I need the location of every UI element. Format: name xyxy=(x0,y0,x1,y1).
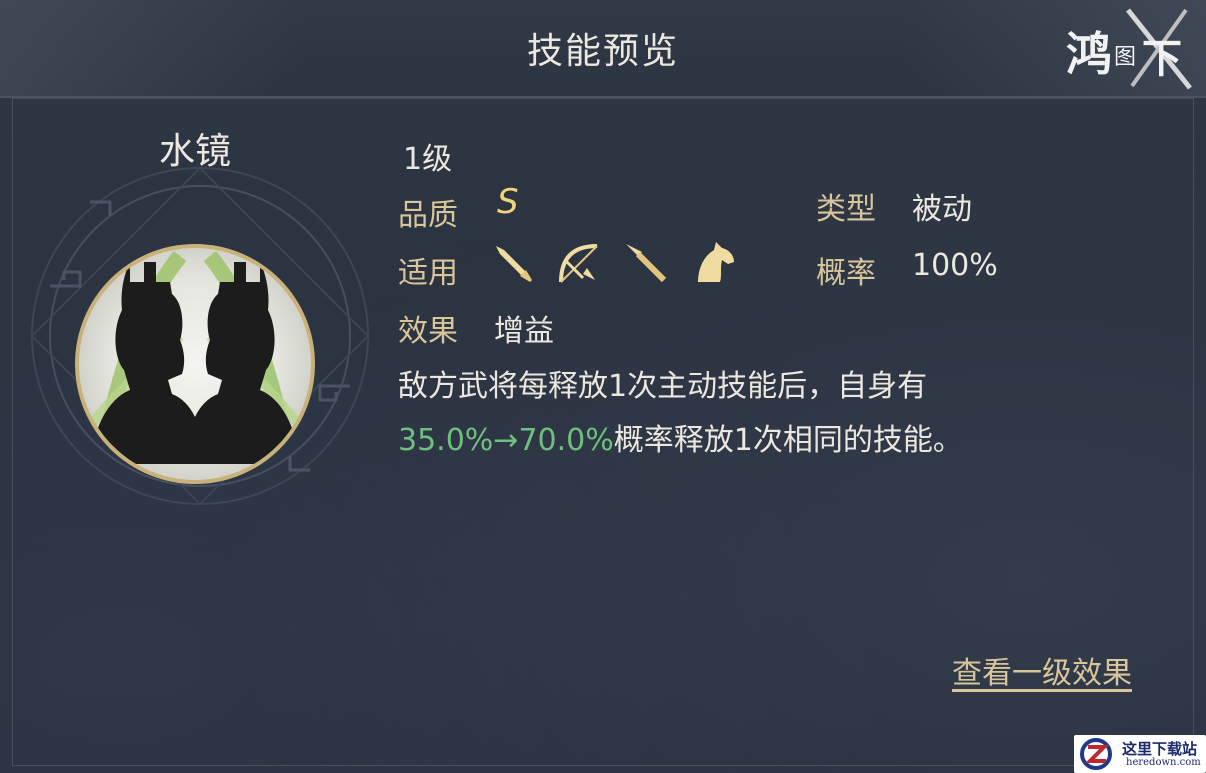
effect-value: 增益 xyxy=(494,314,554,349)
header-bar: 技能预览 xyxy=(0,0,1206,98)
skill-level: 1级 xyxy=(403,142,453,177)
skill-emblem xyxy=(30,166,370,506)
quality-value: S xyxy=(497,182,519,222)
sword-icon xyxy=(496,246,532,282)
page-title: 技能预览 xyxy=(526,31,679,72)
watermark: 这里下载站 heredown.com xyxy=(1074,735,1206,773)
description-line-2-text: 概率释放1次相同的技能。 xyxy=(613,423,963,458)
quality-label: 品质 xyxy=(398,198,458,233)
skill-description: 敌方武将每释放1次主动技能后，自身有 35.0%→70.0%概率释放1次相同的技… xyxy=(398,360,1098,468)
spear-icon xyxy=(626,244,667,283)
type-value: 被动 xyxy=(912,192,972,227)
svg-text:下: 下 xyxy=(1142,35,1182,82)
description-line-2: 35.0%→70.0%概率释放1次相同的技能。 xyxy=(398,414,1098,468)
chance-value: 100% xyxy=(912,248,998,283)
horse-icon xyxy=(698,242,734,282)
view-level1-effect-link[interactable]: 查看一级效果 xyxy=(952,648,1132,692)
effect-label: 效果 xyxy=(398,314,458,349)
watermark-en: heredown.com xyxy=(1126,757,1201,768)
svg-text:图: 图 xyxy=(1114,45,1136,70)
description-line-1: 敌方武将每释放1次主动技能后，自身有 xyxy=(398,369,928,404)
bow-icon xyxy=(559,244,598,283)
applies-label: 适用 xyxy=(398,256,458,291)
watermark-cn: 这里下载站 xyxy=(1122,740,1198,758)
game-logo: 鸿 图 下 xyxy=(1066,8,1192,90)
description-highlight: 35.0%→70.0% xyxy=(398,423,614,458)
watermark-logo-icon xyxy=(1080,738,1112,770)
svg-text:鸿: 鸿 xyxy=(1066,27,1112,81)
chance-label: 概率 xyxy=(816,256,876,291)
type-label: 类型 xyxy=(816,192,876,227)
